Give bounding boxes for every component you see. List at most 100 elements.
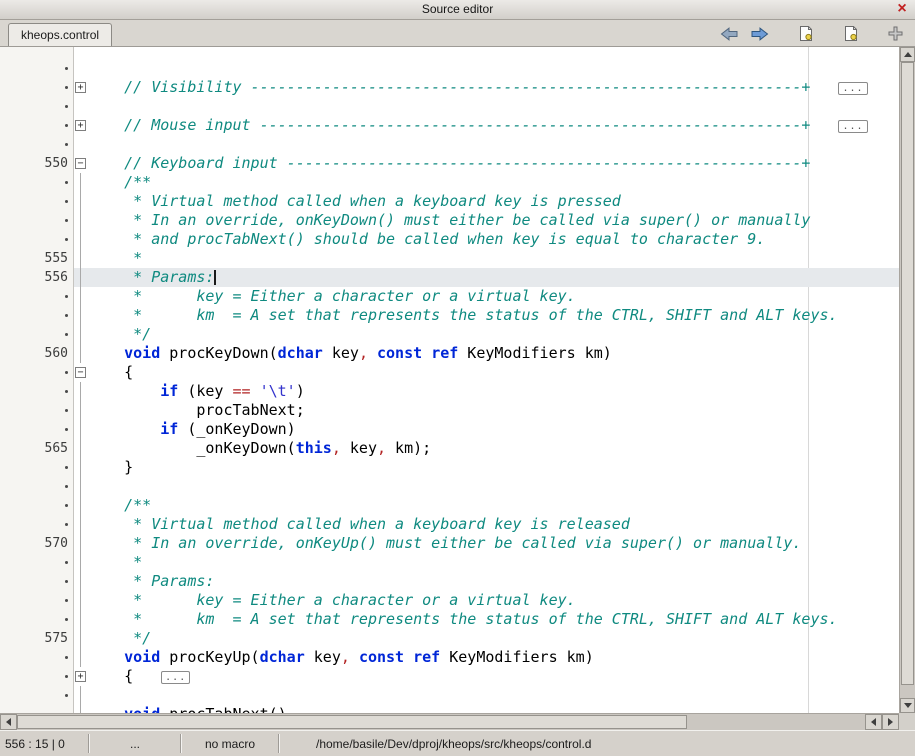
fold-ellipsis[interactable]: ... (838, 82, 867, 95)
fold-gutter (74, 648, 88, 667)
fold-line (80, 287, 81, 306)
line-dot-icon (65, 561, 68, 564)
scroll-left-button-right-end[interactable] (865, 714, 882, 730)
line-dot-icon (65, 504, 68, 507)
line-dot (0, 515, 74, 534)
fold-line (80, 458, 81, 477)
code-line[interactable]: if (key == '\t') (0, 382, 899, 401)
titlebar[interactable]: Source editor × (0, 0, 915, 20)
code-line[interactable] (0, 97, 899, 116)
code-line[interactable]: * key = Either a character or a virtual … (0, 591, 899, 610)
fold-collapse-icon[interactable]: − (75, 367, 86, 378)
code-line[interactable] (0, 59, 899, 78)
fold-collapse-icon[interactable]: − (75, 158, 86, 169)
code-line[interactable]: * km = A set that represents the status … (0, 610, 899, 629)
code-line[interactable]: /** (0, 173, 899, 192)
go-back-button[interactable] (719, 24, 739, 44)
fold-expand-icon[interactable]: + (75, 82, 86, 93)
code-line[interactable]: * (0, 553, 899, 572)
code-line[interactable]: * In an override, onKeyDown() must eithe… (0, 211, 899, 230)
line-dot-icon (65, 124, 68, 127)
status-panel-2: ... (90, 731, 180, 756)
fold-ellipsis[interactable]: ... (838, 120, 867, 133)
line-dot (0, 116, 74, 135)
fold-toggle[interactable]: − (74, 363, 88, 382)
back-arrow-icon (720, 27, 738, 41)
code-line[interactable]: 565 _onKeyDown(this, key, km); (0, 439, 899, 458)
fold-expand-icon[interactable]: + (75, 120, 86, 131)
close-icon[interactable]: × (893, 0, 911, 18)
code-line[interactable]: * and procTabNext() should be called whe… (0, 230, 899, 249)
fold-gutter (74, 477, 88, 496)
fold-expand-icon[interactable]: + (75, 671, 86, 682)
fold-gutter (74, 306, 88, 325)
code-line[interactable]: + // Visibility ------------------------… (0, 78, 899, 97)
scroll-left-button[interactable] (0, 714, 17, 730)
code-line[interactable]: 560 void procKeyDown(dchar key, const re… (0, 344, 899, 363)
line-dot-icon (65, 485, 68, 488)
document-button-2[interactable] (840, 24, 860, 44)
scrollbar-corner (899, 713, 915, 730)
code-line[interactable]: /** (0, 496, 899, 515)
fold-line (80, 268, 81, 287)
line-dot-icon (65, 428, 68, 431)
line-dot-icon (65, 618, 68, 621)
fold-toggle[interactable]: + (74, 667, 88, 686)
code-line[interactable]: + {... (0, 667, 899, 686)
code-line[interactable]: * Virtual method called when a keyboard … (0, 515, 899, 534)
fold-toggle[interactable]: − (74, 154, 88, 173)
code-line[interactable]: 556 * Params: (0, 268, 899, 287)
code-line[interactable]: * Virtual method called when a keyboard … (0, 192, 899, 211)
fold-ellipsis[interactable]: ... (161, 671, 190, 684)
code-area[interactable]: + // Visibility ------------------------… (0, 47, 899, 713)
scroll-up-button[interactable] (900, 47, 915, 62)
tab-kheops-control[interactable]: kheops.control (8, 23, 112, 46)
fold-gutter (74, 610, 88, 629)
fold-toggle[interactable]: + (74, 78, 88, 97)
fold-toggle[interactable]: + (74, 116, 88, 135)
code-line[interactable]: 555 * (0, 249, 899, 268)
code-line[interactable]: if (_onKeyDown) (0, 420, 899, 439)
scroll-down-button[interactable] (900, 698, 915, 713)
fold-line (80, 610, 81, 629)
code-line[interactable]: 570 * In an override, onKeyUp() must eit… (0, 534, 899, 553)
code-text (88, 477, 899, 496)
left-arrow-icon (871, 718, 876, 726)
fold-gutter (74, 173, 88, 192)
code-line[interactable] (0, 135, 899, 154)
code-line[interactable]: + // Mouse input -----------------------… (0, 116, 899, 135)
split-move-button[interactable] (885, 24, 905, 44)
code-line[interactable]: */ (0, 325, 899, 344)
code-text (88, 135, 899, 154)
go-forward-button[interactable] (750, 24, 770, 44)
fold-line (80, 401, 81, 420)
line-dot-icon (65, 219, 68, 222)
line-dot (0, 686, 74, 705)
code-line[interactable]: void procKeyUp(dchar key, const ref KeyM… (0, 648, 899, 667)
code-line[interactable]: − { (0, 363, 899, 382)
horizontal-scrollbar[interactable] (0, 713, 899, 730)
status-bar: 556 : 15 | 0 ... no macro /home/basile/D… (0, 730, 915, 756)
code-line[interactable]: * key = Either a character or a virtual … (0, 287, 899, 306)
code-line[interactable]: 575 */ (0, 629, 899, 648)
horizontal-scroll-thumb[interactable] (17, 715, 687, 729)
code-line[interactable]: void procTabNext() (0, 705, 899, 713)
line-dot (0, 553, 74, 572)
fold-line (80, 382, 81, 401)
code-line[interactable]: * km = A set that represents the status … (0, 306, 899, 325)
document-button-1[interactable] (795, 24, 815, 44)
code-line[interactable]: * Params: (0, 572, 899, 591)
line-dot (0, 458, 74, 477)
code-line[interactable]: procTabNext; (0, 401, 899, 420)
code-line[interactable]: 550− // Keyboard input -----------------… (0, 154, 899, 173)
fold-gutter (74, 325, 88, 344)
line-dot (0, 173, 74, 192)
code-line[interactable]: } (0, 458, 899, 477)
scroll-right-button[interactable] (882, 714, 899, 730)
line-dot (0, 325, 74, 344)
vertical-scrollbar[interactable] (899, 47, 915, 713)
code-line[interactable] (0, 686, 899, 705)
code-line[interactable] (0, 477, 899, 496)
code-editor[interactable]: + // Visibility ------------------------… (0, 47, 899, 713)
vertical-scroll-thumb[interactable] (901, 62, 914, 685)
